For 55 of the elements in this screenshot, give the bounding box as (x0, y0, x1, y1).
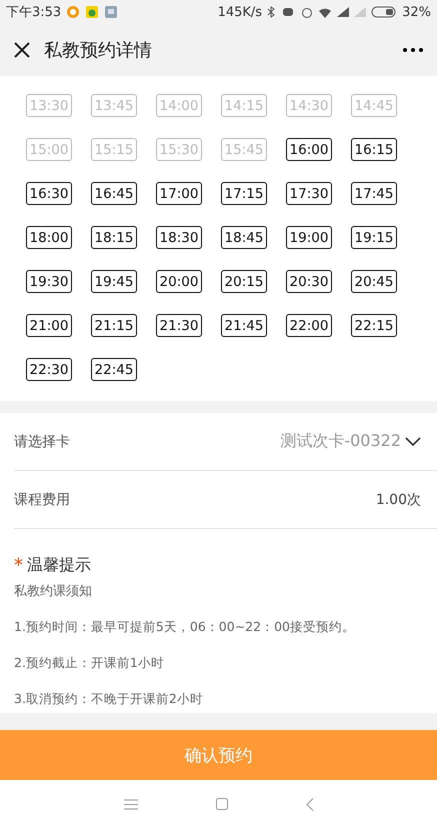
time-slot-button[interactable]: 19:15 (351, 226, 397, 249)
asterisk-mark: * (14, 555, 23, 576)
time-slot-button[interactable]: 21:45 (221, 314, 267, 337)
note-app-icon (104, 5, 118, 19)
home-icon[interactable] (216, 798, 228, 810)
time-slot-button[interactable]: 17:30 (286, 182, 332, 205)
signal-icon (337, 7, 350, 17)
tip-text: 3.取消预约：不晚于开课前2小时 (14, 691, 204, 708)
time-slot-button[interactable]: 20:30 (286, 270, 332, 293)
menu-icon[interactable] (124, 798, 138, 810)
time-slot-button[interactable]: 17:00 (156, 182, 202, 205)
time-slot-button[interactable]: 20:45 (351, 270, 397, 293)
time-slot-button[interactable]: 20:15 (221, 270, 267, 293)
fee-label: 课程费用 (14, 490, 71, 508)
tips-title: 温馨提示 (27, 555, 91, 576)
tip-text: 2.预约截止：开课前1小时 (14, 655, 165, 672)
time-slot-button[interactable]: 21:30 (156, 314, 202, 337)
wifi-icon (318, 6, 332, 18)
network-speed: 145K/s (218, 4, 262, 20)
time-slot-button[interactable]: 18:30 (156, 226, 202, 249)
chevron-down-icon[interactable] (405, 436, 421, 446)
time-slot-button[interactable]: 21:15 (91, 314, 137, 337)
time-slot-button[interactable]: 16:00 (286, 138, 332, 161)
battery-percent: 32% (402, 4, 431, 20)
time-slot-button[interactable]: 19:30 (26, 270, 72, 293)
page-title: 私教预约详情 (44, 39, 153, 62)
time-slot-button[interactable]: 19:00 (286, 226, 332, 249)
time-slot-button[interactable]: 16:15 (351, 138, 397, 161)
time-slot-button[interactable]: 19:45 (91, 270, 137, 293)
tips-subtitle: 私教约课须知 (14, 583, 93, 600)
time-slot-button[interactable]: 16:45 (91, 182, 137, 205)
time-slot-button[interactable]: 17:15 (221, 182, 267, 205)
fee-value: 1.00次 (376, 490, 421, 508)
time-slot-button[interactable]: 22:45 (91, 358, 137, 381)
bluetooth-icon (267, 6, 276, 18)
time-slot-button[interactable]: 17:45 (351, 182, 397, 205)
time-slot-button[interactable]: 20:00 (156, 270, 202, 293)
time-slot-button[interactable]: 18:00 (26, 226, 72, 249)
time-slot-button[interactable]: 18:15 (91, 226, 137, 249)
signal-icon (354, 7, 366, 17)
time-slot-button[interactable]: 22:30 (26, 358, 72, 381)
close-icon[interactable] (14, 42, 30, 58)
time-slot-button[interactable]: 22:00 (286, 314, 332, 337)
more-icon[interactable] (403, 48, 423, 52)
status-time: 下午3:53 (6, 4, 62, 21)
circle-app-icon (66, 5, 80, 19)
battery-icon (371, 6, 398, 18)
card-label: 请选择卡 (14, 432, 71, 450)
time-slot-button[interactable]: 21:00 (26, 314, 72, 337)
back-icon[interactable] (306, 798, 314, 810)
time-slot-button[interactable]: 18:45 (221, 226, 267, 249)
app-icon (85, 5, 100, 19)
time-slot-button[interactable]: 22:15 (351, 314, 397, 337)
time-slot-button[interactable]: 16:30 (26, 182, 72, 205)
tip-text: 1.预约时间：最早可提前5天，06：00~22：00接受预约。 (14, 619, 356, 636)
